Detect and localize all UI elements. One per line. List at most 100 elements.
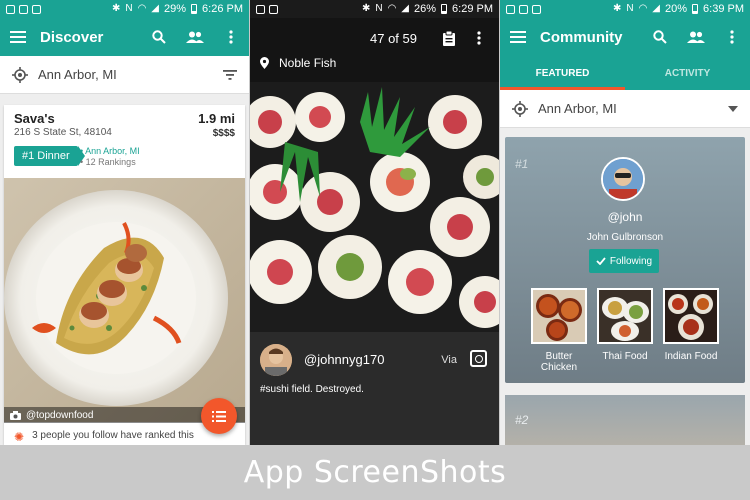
- status-time: 6:29 PM: [452, 3, 493, 15]
- post-username[interactable]: @johnnyg170: [304, 352, 384, 367]
- notification-icon: [269, 4, 278, 14]
- favorite-dishes: Butter Chicken Thai Food Indian Food: [505, 288, 745, 373]
- restaurant-card[interactable]: Sava's 216 S State St, 48104 1.9 mi $$$$…: [4, 105, 245, 445]
- dish-name: Indian Food: [664, 351, 718, 362]
- notification-icon: [519, 4, 528, 14]
- rank-meta: • Ann Arbor, MI • 12 Rankings: [80, 146, 140, 167]
- featured-user-card[interactable]: #1 @john John Gulbronson Following Butte…: [505, 137, 745, 383]
- battery-percent: 26%: [414, 3, 437, 15]
- people-icon[interactable]: [185, 27, 205, 47]
- camera-icon: [10, 410, 21, 420]
- rank-city: Ann Arbor, MI: [85, 146, 140, 156]
- restaurant-name: Sava's: [14, 111, 55, 126]
- user-full-name: John Gulbronson: [586, 232, 664, 243]
- nfc-icon: N: [125, 3, 133, 14]
- people-icon[interactable]: [686, 27, 706, 47]
- wifi-icon: ◠: [387, 3, 397, 14]
- signal-icon: ◢: [652, 3, 660, 14]
- bluetooth-icon: ✱: [612, 3, 622, 14]
- post-info: @johnnyg170 Via #sushi field. Destroyed.: [250, 332, 499, 445]
- notification-icon: [506, 4, 515, 14]
- dish-photo: [597, 288, 653, 344]
- battery-percent: 20%: [665, 3, 688, 15]
- following-button[interactable]: Following: [589, 249, 659, 273]
- list-icon: [212, 410, 226, 422]
- bluetooth-icon: ✱: [111, 3, 121, 14]
- bluetooth-icon: ✱: [361, 3, 371, 14]
- photo-counter: 47 of 59: [370, 30, 417, 46]
- food-photo[interactable]: [4, 178, 245, 422]
- notification-icon: [32, 4, 41, 14]
- status-time: 6:39 PM: [703, 3, 744, 15]
- avatar[interactable]: [601, 157, 645, 201]
- chevron-down-icon[interactable]: [728, 105, 738, 112]
- tab-bar: FEATURED ACTIVITY: [500, 56, 750, 90]
- battery-icon: [191, 4, 198, 14]
- signal-icon: ◢: [151, 3, 159, 14]
- search-icon[interactable]: [149, 27, 169, 47]
- dish-photo: [531, 288, 587, 344]
- favorite-dish[interactable]: Butter Chicken: [531, 288, 587, 373]
- page-title: Community: [540, 28, 623, 46]
- restaurant-address: 216 S State St, 48104: [14, 127, 112, 138]
- sushi-photo[interactable]: [250, 82, 499, 332]
- restaurant-distance: 1.9 mi: [198, 111, 235, 126]
- rank-count: 12 Rankings: [85, 157, 136, 167]
- status-bar: ✱ N ◠ ◢ 26% 6:29 PM: [250, 0, 499, 18]
- more-vert-icon[interactable]: [722, 27, 742, 47]
- status-time: 6:26 PM: [202, 3, 243, 15]
- search-icon[interactable]: [650, 27, 670, 47]
- location-target-icon: [12, 66, 28, 83]
- status-bar: ✱ N ◠ ◢ 20% 6:39 PM: [500, 0, 750, 18]
- friend-activity-text: 3 people you follow have ranked this: [32, 430, 194, 441]
- page-title: Discover: [40, 28, 104, 46]
- tab-activity[interactable]: ACTIVITY: [625, 56, 750, 90]
- more-vert-icon[interactable]: [469, 28, 489, 48]
- list-view-button[interactable]: [201, 398, 237, 434]
- collage-caption: App ScreenShots: [243, 455, 507, 490]
- user-rank: #1: [515, 157, 529, 171]
- menu-icon[interactable]: [508, 27, 528, 47]
- tab-featured[interactable]: FEATURED: [500, 56, 625, 90]
- menu-icon[interactable]: [8, 27, 28, 47]
- featured-user-card[interactable]: #2: [505, 395, 745, 445]
- sun-icon: ✺: [14, 430, 25, 444]
- friend-activity[interactable]: ✺ 3 people you follow have ranked this: [14, 430, 237, 444]
- photo-viewer-screen: ✱ N ◠ ◢ 26% 6:29 PM 47 of 59 Noble Fish: [250, 0, 499, 445]
- check-icon: [596, 257, 606, 265]
- favorite-dish[interactable]: Indian Food: [663, 288, 719, 373]
- battery-icon: [692, 4, 699, 14]
- rank-badge: #1 Dinner: [14, 146, 85, 166]
- screenshot-collage: ✱ N ◠ ◢ 29% 6:26 PM Discover Ann Arbor, …: [0, 0, 750, 500]
- avatar[interactable]: [260, 344, 292, 376]
- location-bar[interactable]: Ann Arbor, MI: [500, 90, 750, 128]
- dish-name: Thai Food: [602, 351, 648, 362]
- favorite-dish[interactable]: Thai Food: [597, 288, 653, 373]
- more-vert-icon[interactable]: [221, 27, 241, 47]
- user-rank: #2: [515, 413, 529, 427]
- venue-name: Noble Fish: [279, 56, 337, 70]
- restaurant-price: $$$$: [212, 128, 235, 139]
- battery-percent: 29%: [164, 3, 187, 15]
- user-handle: @john: [607, 210, 643, 224]
- community-screen: ✱ N ◠ ◢ 20% 6:39 PM Community FEATURED A…: [500, 0, 750, 445]
- wifi-icon: ◠: [137, 3, 147, 14]
- instagram-icon[interactable]: [470, 350, 487, 367]
- notification-icon: [19, 4, 28, 14]
- notification-icon: [256, 4, 265, 14]
- viewer-toolbar: 47 of 59: [250, 18, 499, 58]
- nfc-icon: N: [626, 3, 634, 14]
- location-bar[interactable]: Ann Arbor, MI: [0, 56, 249, 94]
- clipboard-icon[interactable]: [439, 28, 459, 48]
- following-label: Following: [609, 255, 653, 267]
- post-via-label: Via: [441, 354, 457, 366]
- signal-icon: ◢: [401, 3, 409, 14]
- map-pin-icon: [260, 57, 269, 69]
- wifi-icon: ◠: [638, 3, 648, 14]
- post-caption: #sushi field. Destroyed.: [260, 384, 364, 395]
- app-bar: Discover: [0, 18, 249, 56]
- location-text: Ann Arbor, MI: [38, 67, 117, 82]
- filter-icon[interactable]: [223, 69, 237, 80]
- venue-label[interactable]: Noble Fish: [260, 56, 336, 70]
- status-bar: ✱ N ◠ ◢ 29% 6:26 PM: [0, 0, 249, 18]
